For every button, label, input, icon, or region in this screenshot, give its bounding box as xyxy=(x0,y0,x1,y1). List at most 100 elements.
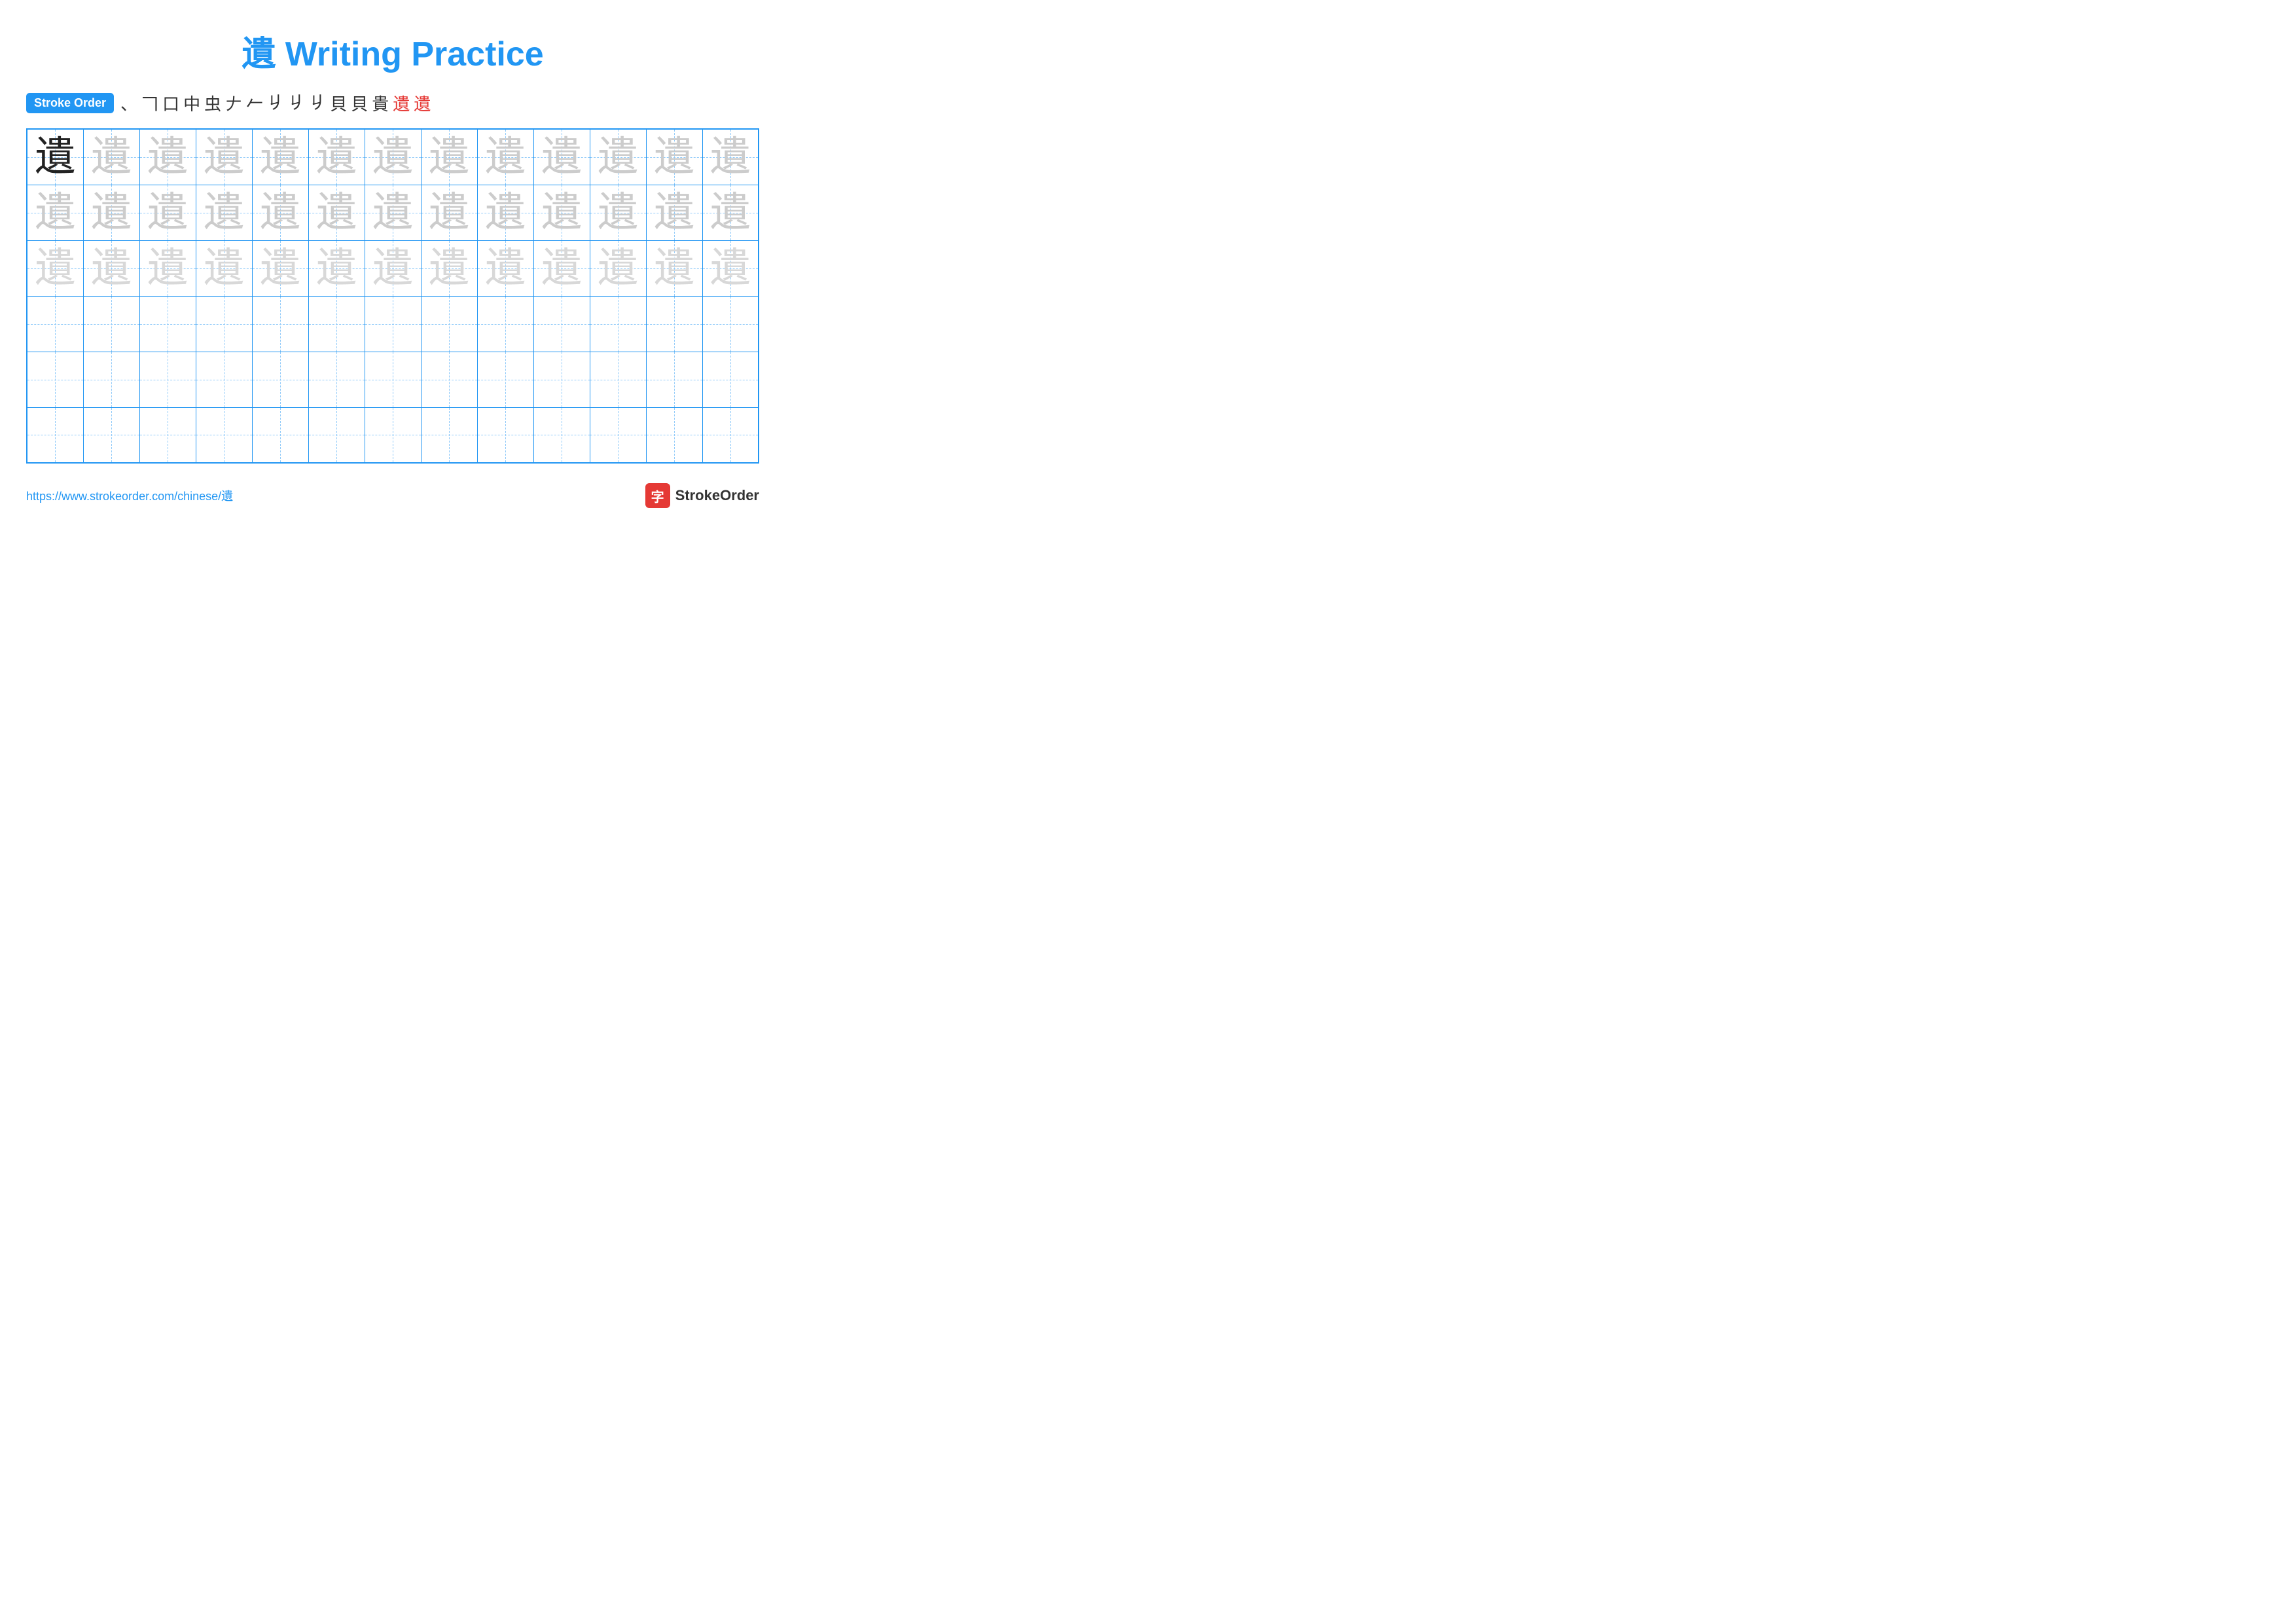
grid-cell-3-11[interactable] xyxy=(646,296,702,352)
practice-char: 遺 xyxy=(372,191,413,235)
grid-cell-0-5[interactable]: 遺 xyxy=(308,129,365,185)
grid-cell-1-1[interactable]: 遺 xyxy=(83,185,139,240)
grid-cell-1-10[interactable]: 遺 xyxy=(590,185,646,240)
grid-cell-3-8[interactable] xyxy=(477,296,533,352)
practice-char: 遺 xyxy=(654,246,694,291)
grid-cell-5-9[interactable] xyxy=(533,407,590,463)
page-title: 遺 Writing Practice xyxy=(26,26,759,75)
grid-cell-0-7[interactable]: 遺 xyxy=(421,129,477,185)
grid-cell-5-10[interactable] xyxy=(590,407,646,463)
grid-cell-1-8[interactable]: 遺 xyxy=(477,185,533,240)
stroke-char-2: 口 xyxy=(162,91,179,115)
practice-char: 遺 xyxy=(485,135,526,179)
grid-cell-2-1[interactable]: 遺 xyxy=(83,240,139,296)
grid-cell-0-10[interactable]: 遺 xyxy=(590,129,646,185)
grid-row-5 xyxy=(27,407,759,463)
grid-cell-2-8[interactable]: 遺 xyxy=(477,240,533,296)
grid-cell-3-3[interactable] xyxy=(196,296,252,352)
grid-cell-3-9[interactable] xyxy=(533,296,590,352)
stroke-char-11: 貝 xyxy=(351,91,368,115)
grid-cell-2-3[interactable]: 遺 xyxy=(196,240,252,296)
grid-cell-2-7[interactable]: 遺 xyxy=(421,240,477,296)
grid-cell-4-6[interactable] xyxy=(365,352,421,407)
grid-cell-2-2[interactable]: 遺 xyxy=(139,240,196,296)
grid-cell-3-12[interactable] xyxy=(702,296,759,352)
grid-cell-5-12[interactable] xyxy=(702,407,759,463)
grid-cell-5-4[interactable] xyxy=(252,407,308,463)
grid-cell-0-4[interactable]: 遺 xyxy=(252,129,308,185)
grid-cell-4-4[interactable] xyxy=(252,352,308,407)
stroke-char-8: 𠂈 xyxy=(288,93,305,113)
grid-cell-1-0[interactable]: 遺 xyxy=(27,185,83,240)
grid-cell-3-7[interactable] xyxy=(421,296,477,352)
grid-row-3 xyxy=(27,296,759,352)
grid-cell-3-5[interactable] xyxy=(308,296,365,352)
grid-cell-1-12[interactable]: 遺 xyxy=(702,185,759,240)
grid-cell-5-7[interactable] xyxy=(421,407,477,463)
grid-cell-0-1[interactable]: 遺 xyxy=(83,129,139,185)
grid-cell-1-9[interactable]: 遺 xyxy=(533,185,590,240)
grid-cell-1-2[interactable]: 遺 xyxy=(139,185,196,240)
grid-cell-4-1[interactable] xyxy=(83,352,139,407)
grid-cell-1-4[interactable]: 遺 xyxy=(252,185,308,240)
practice-char: 遺 xyxy=(316,135,357,179)
grid-cell-1-5[interactable]: 遺 xyxy=(308,185,365,240)
grid-cell-5-0[interactable] xyxy=(27,407,83,463)
grid-cell-5-5[interactable] xyxy=(308,407,365,463)
grid-cell-0-8[interactable]: 遺 xyxy=(477,129,533,185)
grid-cell-2-5[interactable]: 遺 xyxy=(308,240,365,296)
grid-cell-3-4[interactable] xyxy=(252,296,308,352)
grid-cell-5-8[interactable] xyxy=(477,407,533,463)
grid-cell-2-10[interactable]: 遺 xyxy=(590,240,646,296)
grid-cell-0-3[interactable]: 遺 xyxy=(196,129,252,185)
grid-cell-3-1[interactable] xyxy=(83,296,139,352)
grid-cell-1-7[interactable]: 遺 xyxy=(421,185,477,240)
practice-char: 遺 xyxy=(598,246,638,291)
grid-cell-2-6[interactable]: 遺 xyxy=(365,240,421,296)
stroke-char-12: 貴 xyxy=(372,91,389,115)
practice-char: 遺 xyxy=(710,191,751,235)
grid-cell-4-12[interactable] xyxy=(702,352,759,407)
grid-cell-4-10[interactable] xyxy=(590,352,646,407)
grid-cell-1-6[interactable]: 遺 xyxy=(365,185,421,240)
grid-cell-4-5[interactable] xyxy=(308,352,365,407)
practice-char: 遺 xyxy=(35,246,75,291)
grid-cell-0-0[interactable]: 遺 xyxy=(27,129,83,185)
grid-cell-1-3[interactable]: 遺 xyxy=(196,185,252,240)
grid-cell-4-9[interactable] xyxy=(533,352,590,407)
grid-cell-3-6[interactable] xyxy=(365,296,421,352)
grid-cell-4-8[interactable] xyxy=(477,352,533,407)
grid-cell-5-2[interactable] xyxy=(139,407,196,463)
grid-cell-4-3[interactable] xyxy=(196,352,252,407)
stroke-char-14: 遺 xyxy=(414,91,431,115)
grid-cell-5-6[interactable] xyxy=(365,407,421,463)
grid-cell-0-6[interactable]: 遺 xyxy=(365,129,421,185)
practice-char: 遺 xyxy=(147,135,188,179)
grid-cell-4-11[interactable] xyxy=(646,352,702,407)
grid-cell-1-11[interactable]: 遺 xyxy=(646,185,702,240)
grid-cell-2-12[interactable]: 遺 xyxy=(702,240,759,296)
footer-logo-icon: 字 xyxy=(645,483,670,508)
grid-cell-5-1[interactable] xyxy=(83,407,139,463)
practice-char: 遺 xyxy=(654,191,694,235)
grid-cell-0-12[interactable]: 遺 xyxy=(702,129,759,185)
grid-cell-2-11[interactable]: 遺 xyxy=(646,240,702,296)
practice-char: 遺 xyxy=(485,246,526,291)
grid-cell-0-2[interactable]: 遺 xyxy=(139,129,196,185)
grid-cell-3-2[interactable] xyxy=(139,296,196,352)
grid-cell-2-4[interactable]: 遺 xyxy=(252,240,308,296)
grid-cell-3-10[interactable] xyxy=(590,296,646,352)
grid-cell-5-11[interactable] xyxy=(646,407,702,463)
grid-cell-0-11[interactable]: 遺 xyxy=(646,129,702,185)
grid-cell-4-0[interactable] xyxy=(27,352,83,407)
footer-logo-text: StrokeOrder xyxy=(675,487,759,504)
grid-cell-5-3[interactable] xyxy=(196,407,252,463)
grid-cell-4-7[interactable] xyxy=(421,352,477,407)
grid-cell-3-0[interactable] xyxy=(27,296,83,352)
stroke-char-13: 遺 xyxy=(393,91,410,115)
grid-cell-2-9[interactable]: 遺 xyxy=(533,240,590,296)
grid-cell-0-9[interactable]: 遺 xyxy=(533,129,590,185)
grid-cell-2-0[interactable]: 遺 xyxy=(27,240,83,296)
grid-cell-4-2[interactable] xyxy=(139,352,196,407)
footer-url[interactable]: https://www.strokeorder.com/chinese/遺 xyxy=(26,487,233,504)
